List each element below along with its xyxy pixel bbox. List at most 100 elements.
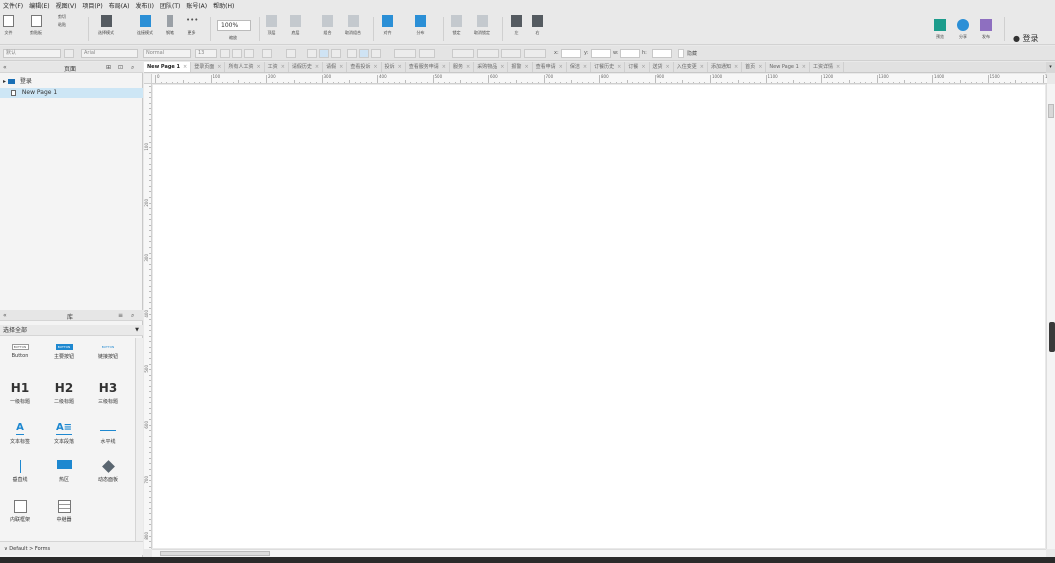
widget-dynamic-panel[interactable]: 动态面板 [88,460,128,483]
shadow-icon[interactable] [419,49,435,58]
style-select[interactable]: 默认 [3,49,61,58]
close-tab-icon[interactable]: × [339,64,343,70]
library-select[interactable]: 选择全部 ▼ [0,325,143,336]
height-input[interactable] [652,49,672,58]
close-tab-icon[interactable]: × [666,64,670,70]
line-color-icon[interactable] [452,49,474,58]
collapse-icon[interactable]: « [3,312,7,319]
add-folder-icon[interactable]: ⊡ [118,64,123,71]
tab[interactable]: 请假 × [323,62,348,72]
horizontal-scrollbar[interactable] [152,549,1046,557]
font-weight-select[interactable]: Normal [143,49,191,58]
lock-button[interactable]: 锁定 [451,15,462,36]
widget-repeater[interactable]: 中继器 [44,500,84,523]
menu-help[interactable]: 帮助(H) [213,1,234,10]
align-center-icon[interactable] [319,49,329,58]
scroll-thumb[interactable] [160,551,270,556]
tab[interactable]: 请假历史 × [289,62,324,72]
close-tab-icon[interactable]: × [583,64,587,70]
line-width-icon[interactable] [477,49,499,58]
vertical-scrollbar[interactable] [1046,84,1055,549]
widget-text-label[interactable]: A 文本标签 [0,422,40,445]
tabs-overflow-icon[interactable]: ▾ [1046,62,1055,73]
clipboard-button[interactable]: 剪贴板 [30,15,42,36]
publish-button[interactable]: 发布 [980,19,992,40]
bold-icon[interactable] [220,49,230,58]
menu-account[interactable]: 账号(A) [186,1,207,10]
tab[interactable]: 投诉 × [382,62,406,72]
tab[interactable]: New Page 1 × [144,62,192,72]
widget-h2[interactable]: H2 二级标题 [44,382,84,406]
tab[interactable]: 入住变更 × [674,62,708,72]
list-icon[interactable] [286,49,296,58]
font-select[interactable]: Arial [81,49,138,58]
font-color-icon[interactable] [262,49,272,58]
widget-button[interactable]: BUTTON Button [0,344,40,359]
widget-h1[interactable]: H1 一级标题 [0,382,40,406]
font-size-select[interactable]: 13 [195,49,217,58]
close-tab-icon[interactable]: × [836,64,840,70]
x-input[interactable] [561,49,581,58]
paste-button[interactable]: 粘贴 [58,22,66,28]
close-tab-icon[interactable]: × [315,64,319,70]
tab[interactable]: 查看服务申请 × [406,62,450,72]
widget-link-button[interactable]: BUTTON 链接按钮 [88,344,128,360]
close-tab-icon[interactable]: × [373,64,377,70]
menu-layout[interactable]: 布局(A) [109,1,130,10]
scroll-thumb[interactable] [1048,104,1054,118]
widget-inline-frame[interactable]: 内联框架 [0,500,40,523]
close-tab-icon[interactable]: × [617,64,621,70]
menu-view[interactable]: 视图(V) [56,1,77,10]
valign-middle-icon[interactable] [359,49,369,58]
y-input[interactable] [591,49,611,58]
menu-icon[interactable]: ≡ [118,312,123,319]
close-tab-icon[interactable]: × [559,64,563,70]
close-tab-icon[interactable]: × [183,64,187,70]
right-align-button[interactable]: 右 [532,15,543,36]
cut-button[interactable]: 剪切 [58,14,66,20]
group-button[interactable]: 组合 [322,15,333,36]
menu-team[interactable]: 团队(T) [160,1,180,10]
close-tab-icon[interactable]: × [802,64,806,70]
widget-primary-button[interactable]: BUTTON 主要按钮 [44,344,84,360]
widget-vertical-line[interactable]: 垂直线 [0,460,40,483]
underline-icon[interactable] [244,49,254,58]
line-style-icon[interactable] [501,49,521,58]
unlock-button[interactable]: 取消锁定 [474,15,490,36]
design-canvas[interactable] [153,85,1045,548]
bottom-layer-button[interactable]: 底层 [290,15,301,36]
close-tab-icon[interactable]: × [281,64,285,70]
page-tree-item[interactable]: New Page 1 [0,88,143,98]
close-tab-icon[interactable]: × [256,64,260,70]
widget-hotspot[interactable]: 热区 [44,460,84,483]
widget-h3[interactable]: H3 三级标题 [88,382,128,406]
ungroup-button[interactable]: 取消组合 [345,15,361,36]
add-page-icon[interactable]: ⊞ [106,64,111,71]
tab[interactable]: 查看投诉 × [347,62,382,72]
tab[interactable]: 采购物品 × [474,62,509,72]
italic-icon[interactable] [232,49,242,58]
tab[interactable]: New Page 1 × [766,62,810,72]
login-button[interactable]: ● 登录 [1013,33,1039,44]
arrow-style-icon[interactable] [524,49,546,58]
search-icon[interactable]: ⌕ [131,64,134,72]
distribute-button[interactable]: 分布 [415,15,426,36]
more-button[interactable]: ••• 更多 [186,15,198,36]
close-tab-icon[interactable]: × [641,64,645,70]
pen-button[interactable]: 钢笔 [166,15,174,36]
library-footer[interactable]: ∨ Default > Forms [0,541,143,555]
hidden-checkbox[interactable] [678,49,684,58]
close-tab-icon[interactable]: × [442,64,446,70]
side-panel-handle[interactable] [1049,322,1055,352]
tab[interactable]: 添加通知 × [708,62,743,72]
menu-publish[interactable]: 发布(I) [136,1,154,10]
file-button[interactable]: 文件 [3,15,14,36]
tab[interactable]: 送货 × [650,62,674,72]
connect-mode-button[interactable]: 连接模式 [137,15,153,36]
tab[interactable]: 保洁 × [567,62,592,72]
align-button[interactable]: 对齐 [382,15,393,36]
style-edit-icon[interactable] [64,49,74,58]
expand-arrow-icon[interactable]: ▸ [3,78,6,85]
tab[interactable]: 首页 × [742,62,767,72]
tab[interactable]: 报警 × [508,62,533,72]
